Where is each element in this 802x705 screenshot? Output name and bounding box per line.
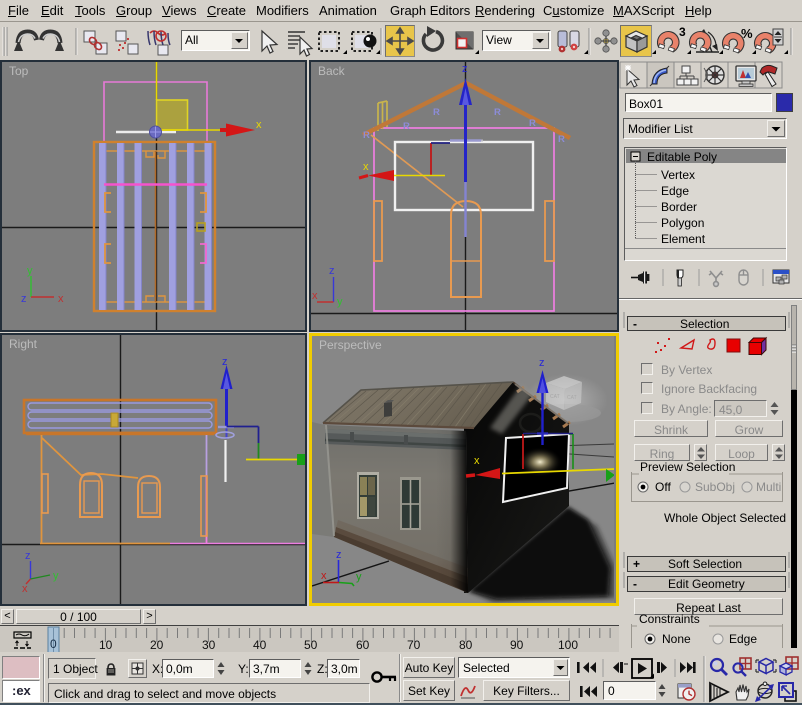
svg-text:x: x — [312, 290, 318, 302]
svg-text:x: x — [474, 455, 480, 467]
svg-text:z: z — [329, 265, 335, 277]
svg-text:y: y — [356, 571, 362, 583]
svg-text:3: 3 — [679, 25, 686, 39]
svg-text:x: x — [363, 161, 369, 173]
svg-text:x: x — [22, 583, 28, 595]
svg-text:%: % — [741, 26, 753, 41]
svg-text:y: y — [27, 265, 33, 277]
svg-text:CAT: CAT — [550, 394, 560, 400]
svg-text:z: z — [539, 357, 545, 369]
svg-text:z: z — [21, 293, 27, 305]
svg-text:R: R — [363, 130, 370, 141]
svg-text:R: R — [403, 121, 410, 132]
svg-text:x: x — [321, 570, 327, 582]
svg-text:R: R — [529, 118, 536, 129]
svg-text:CAT: CAT — [567, 395, 577, 401]
svg-text:z: z — [25, 550, 31, 562]
svg-text:0: 0 — [50, 637, 57, 651]
svg-text:R: R — [558, 134, 565, 145]
svg-text:x: x — [58, 293, 64, 305]
svg-text:x: x — [256, 119, 262, 131]
svg-text:y: y — [53, 570, 59, 582]
svg-text:z: z — [336, 549, 342, 561]
svg-text:R: R — [494, 107, 501, 118]
svg-text:y: y — [337, 296, 343, 308]
svg-text:z: z — [462, 63, 468, 75]
svg-text:R: R — [433, 107, 440, 118]
